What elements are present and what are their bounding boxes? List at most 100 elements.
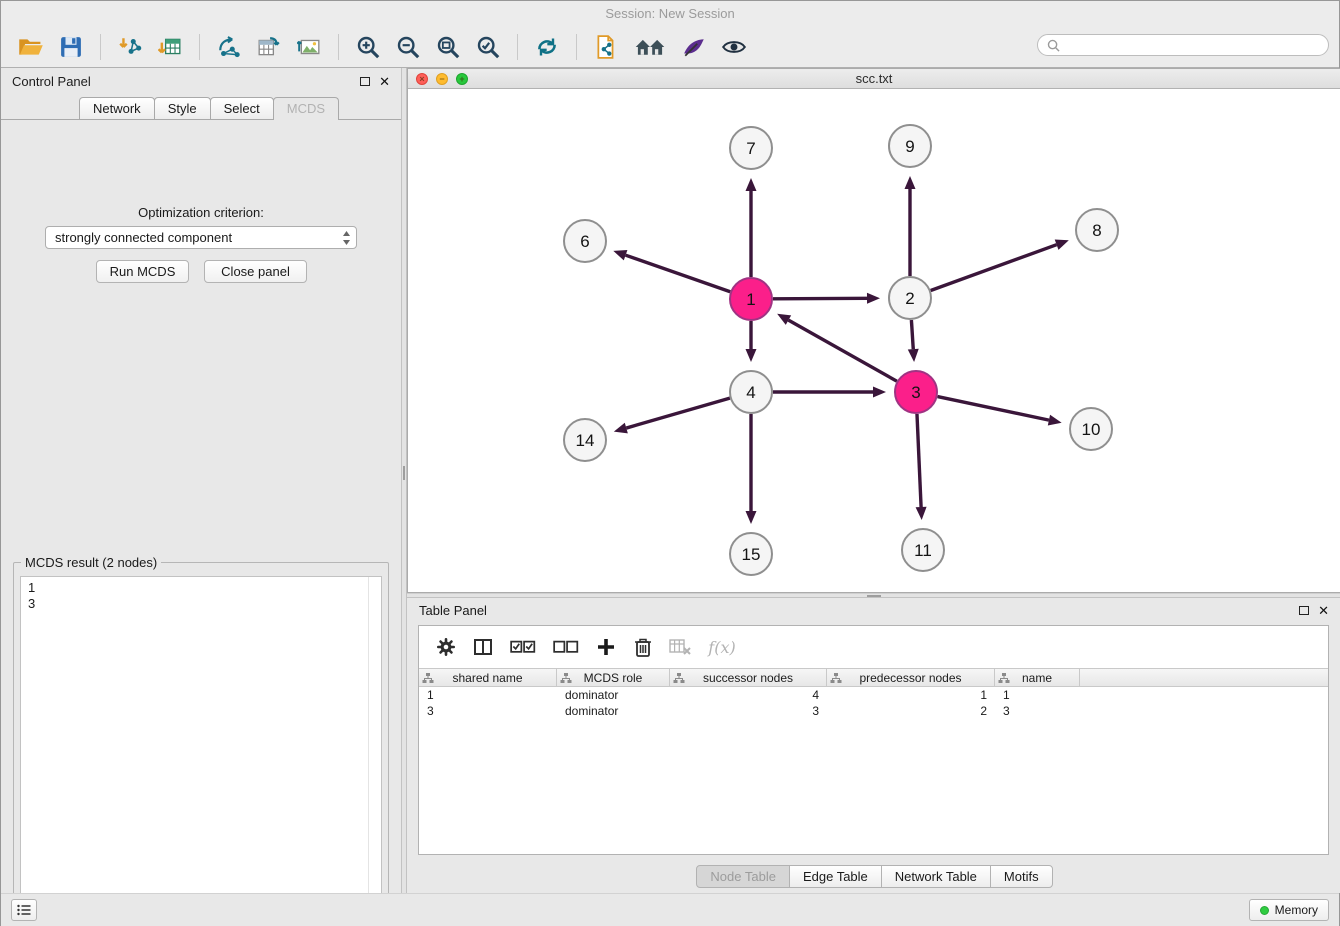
run-mcds-button[interactable]: Run MCDS	[96, 260, 189, 283]
clone-network-button[interactable]	[249, 30, 289, 64]
network-graph[interactable]: 1234678910111415	[408, 89, 1340, 592]
graph-edge[interactable]	[931, 245, 1057, 291]
graph-edge-arrow-icon	[908, 349, 919, 362]
save-session-button[interactable]	[51, 30, 91, 64]
network-window-titlebar[interactable]: × − + scc.txt	[408, 69, 1340, 89]
deselect-all-button[interactable]	[548, 632, 584, 662]
graph-edge-arrow-icon	[746, 511, 757, 524]
hide-show-button[interactable]	[626, 30, 674, 64]
zoom-out-icon	[396, 35, 420, 59]
column-header-shared-name[interactable]: shared name	[419, 669, 557, 686]
tab-motifs[interactable]: Motifs	[990, 865, 1053, 888]
tab-select[interactable]: Select	[210, 97, 274, 119]
import-table-button[interactable]	[150, 30, 190, 64]
memory-button[interactable]: Memory	[1249, 899, 1329, 921]
table-cell: 1	[995, 688, 1080, 702]
graph-node-label: 11	[914, 541, 932, 560]
graph-node-label: 1	[746, 290, 755, 309]
node-table-container: f(x) shared nameMCDS role successor nodes…	[418, 625, 1329, 855]
float-panel-icon[interactable]	[1299, 606, 1309, 615]
graph-edge[interactable]	[773, 298, 867, 299]
control-panel-tabs: NetworkStyleSelectMCDS	[1, 97, 401, 120]
graph-edge-arrow-icon	[746, 349, 757, 362]
table-row[interactable]: 3dominator323	[419, 703, 1328, 719]
maximize-window-icon[interactable]: +	[456, 73, 468, 85]
column-label: successor nodes	[703, 671, 793, 685]
optimization-criterion-label: Optimization criterion:	[1, 205, 401, 220]
table-cell: 1	[827, 688, 995, 702]
graph-edge[interactable]	[917, 414, 921, 507]
graph-edge-arrow-icon	[916, 507, 927, 520]
close-panel-icon[interactable]: ✕	[1318, 604, 1329, 617]
zoom-selected-button[interactable]	[468, 30, 508, 64]
select-all-button[interactable]	[505, 632, 541, 662]
network-canvas[interactable]: 1234678910111415	[408, 89, 1340, 592]
graph-edge[interactable]	[626, 398, 730, 428]
table-cell: 3	[995, 704, 1080, 718]
float-panel-icon[interactable]	[360, 77, 370, 86]
first-neighbors-button[interactable]	[586, 30, 626, 64]
table-body: 1dominator4113dominator323	[419, 687, 1328, 719]
search-field[interactable]	[1037, 34, 1329, 56]
table-cell: 1	[419, 688, 557, 702]
table-row[interactable]: 1dominator411	[419, 687, 1328, 703]
new-network-button[interactable]	[209, 30, 249, 64]
optimization-dropdown[interactable]: strongly connected component	[45, 226, 357, 249]
toolbar-separator	[517, 34, 518, 60]
tab-network-table[interactable]: Network Table	[881, 865, 991, 888]
window-title: Session: New Session	[605, 6, 734, 21]
zoom-in-button[interactable]	[348, 30, 388, 64]
function-builder-button[interactable]: f(x)	[702, 632, 742, 662]
delete-table-button[interactable]	[665, 632, 695, 662]
graph-edge[interactable]	[626, 255, 731, 292]
table-settings-button[interactable]	[431, 632, 461, 662]
column-header-successor-nodes[interactable]: successor nodes	[670, 669, 827, 686]
graph-edge[interactable]	[788, 320, 896, 381]
sort-icon	[998, 672, 1010, 684]
tab-node-table[interactable]: Node Table	[696, 865, 790, 888]
graph-edge-arrow-icon	[1055, 240, 1069, 250]
column-header-mcds-role[interactable]: MCDS role	[557, 669, 670, 686]
delete-table-icon	[669, 638, 691, 656]
close-panel-button[interactable]: Close panel	[204, 260, 307, 283]
task-history-button[interactable]	[11, 899, 37, 921]
zoom-out-button[interactable]	[388, 30, 428, 64]
mcds-result-text[interactable]: 13	[20, 576, 382, 926]
refresh-layout-button[interactable]	[527, 30, 567, 64]
column-header-name[interactable]: name	[995, 669, 1080, 686]
tab-mcds[interactable]: MCDS	[273, 97, 339, 120]
tab-style[interactable]: Style	[154, 97, 211, 119]
style-brush-button[interactable]	[674, 30, 714, 64]
show-hide-eye-button[interactable]	[714, 30, 754, 64]
open-session-button[interactable]	[11, 30, 51, 64]
graph-node-label: 6	[580, 232, 589, 251]
select-all-icon	[510, 640, 536, 654]
columns-icon	[473, 637, 493, 657]
tab-edge-table[interactable]: Edge Table	[789, 865, 882, 888]
add-row-button[interactable]	[591, 632, 621, 662]
trash-icon	[634, 637, 652, 657]
export-image-button[interactable]	[289, 30, 329, 64]
save-icon	[60, 36, 82, 58]
minimize-window-icon[interactable]: −	[436, 73, 448, 85]
graph-edge[interactable]	[938, 397, 1049, 421]
fx-label: f(x)	[708, 638, 735, 657]
delete-row-button[interactable]	[628, 632, 658, 662]
graph-edge[interactable]	[911, 320, 913, 349]
column-header-predecessor-nodes[interactable]: predecessor nodes	[827, 669, 995, 686]
refresh-icon	[535, 36, 559, 58]
graph-edge-arrow-icon	[873, 387, 886, 398]
close-window-icon[interactable]: ×	[416, 73, 428, 85]
show-columns-button[interactable]	[468, 632, 498, 662]
close-panel-label: Close panel	[221, 264, 290, 279]
close-panel-icon[interactable]: ✕	[379, 75, 390, 88]
import-network-button[interactable]	[110, 30, 150, 64]
tab-network[interactable]: Network	[79, 97, 155, 119]
zoom-fit-button[interactable]	[428, 30, 468, 64]
clone-table-icon	[257, 36, 281, 58]
search-input[interactable]	[1066, 38, 1319, 53]
gear-icon	[436, 637, 456, 657]
column-label: name	[1022, 671, 1052, 685]
mcds-result-title: MCDS result (2 nodes)	[21, 555, 161, 570]
mcds-result-groupbox: MCDS result (2 nodes) 13	[13, 562, 389, 926]
